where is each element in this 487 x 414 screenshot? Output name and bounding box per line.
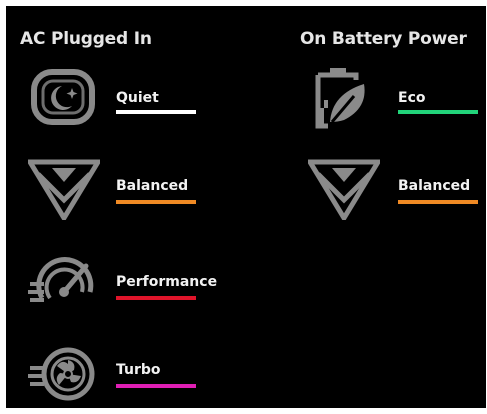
ac-mode-quiet-label: Quiet <box>116 90 159 106</box>
battery-mode-eco-color-bar <box>398 110 478 114</box>
battery-mode-balanced-label: Balanced <box>398 178 471 194</box>
performance-gauge-icon <box>28 252 100 316</box>
battery-mode-eco-label: Eco <box>398 90 426 106</box>
ac-mode-balanced-label: Balanced <box>116 178 189 194</box>
quiet-moon-icon <box>28 66 100 130</box>
ac-mode-performance-color-bar <box>116 296 196 300</box>
turbo-fan-icon <box>28 342 100 406</box>
on-battery-power-header: On Battery Power <box>300 29 467 49</box>
ac-mode-performance[interactable]: Performance <box>28 252 228 320</box>
battery-mode-eco[interactable]: Eco <box>308 66 486 134</box>
ac-mode-performance-label: Performance <box>116 274 218 290</box>
balanced-chevron-icon <box>308 156 380 220</box>
ac-mode-turbo[interactable]: Turbo <box>28 342 208 408</box>
ac-mode-quiet[interactable]: Quiet <box>28 66 208 134</box>
battery-mode-balanced-color-bar <box>398 200 478 204</box>
ac-mode-balanced-color-bar <box>116 200 196 204</box>
balanced-chevron-icon <box>28 156 100 220</box>
ac-mode-turbo-label: Turbo <box>116 362 161 378</box>
ac-mode-turbo-color-bar <box>116 384 196 388</box>
ac-mode-quiet-color-bar <box>116 110 196 114</box>
battery-mode-balanced[interactable]: Balanced <box>308 156 486 224</box>
power-mode-panel: AC Plugged In On Battery Power Quiet Bal… <box>6 6 486 408</box>
ac-plugged-in-header: AC Plugged In <box>20 29 152 49</box>
ac-mode-balanced[interactable]: Balanced <box>28 156 208 224</box>
eco-leaf-battery-icon <box>308 66 380 130</box>
